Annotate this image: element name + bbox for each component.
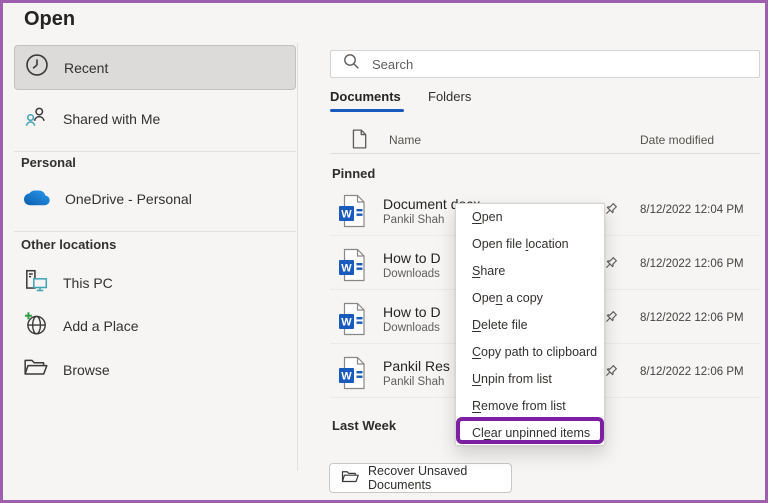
recover-unsaved-documents-button[interactable]: Recover Unsaved Documents [329, 463, 512, 493]
file-subtitle: Pankil Shah [383, 376, 445, 388]
menu-label: Open file [472, 237, 526, 251]
file-date: 8/12/2022 12:06 PM [640, 258, 744, 270]
menu-label: Cl [472, 426, 484, 440]
this-pc-icon [23, 268, 49, 299]
file-subtitle: Downloads [383, 322, 440, 334]
sidebar-item-add-a-place[interactable]: Add a Place [14, 305, 296, 347]
sidebar-item-recent[interactable]: Recent [14, 45, 296, 90]
menu-label: O [472, 210, 482, 224]
word-file-icon: W [338, 194, 368, 234]
menu-label: elete file [481, 318, 528, 332]
menu-label: npin from list [481, 372, 552, 386]
file-name: How to D [383, 304, 441, 320]
menu-label: D [472, 318, 482, 332]
file-date: 8/12/2022 12:04 PM [640, 204, 744, 216]
svg-text:W: W [341, 263, 352, 275]
sidebar-item-label: Browse [63, 362, 110, 378]
search-bar[interactable] [330, 50, 760, 78]
sidebar-item-this-pc[interactable]: This PC [14, 262, 296, 304]
menu-label: n [495, 291, 503, 305]
word-file-icon: W [338, 248, 368, 288]
menu-label: ar unpinned items [490, 426, 591, 440]
shared-people-icon [23, 104, 49, 135]
menu-label: opy path to clipboard [481, 345, 598, 359]
page-title: Open [24, 8, 76, 30]
menu-item-share[interactable]: Share [456, 258, 604, 285]
group-label-last-week: Last Week [332, 418, 397, 433]
open-backstage-window: Open Recent Shared with Me Personal OneD… [0, 0, 768, 503]
globe-plus-icon [23, 311, 49, 342]
pane-divider [297, 43, 298, 471]
sidebar-item-label: This PC [63, 275, 113, 291]
menu-label: a copy [502, 291, 543, 305]
context-menu: Open Open file location Share Open a cop… [455, 203, 605, 446]
onedrive-icon [23, 187, 51, 212]
search-icon [343, 53, 360, 75]
menu-item-open-a-copy[interactable]: Open a copy [456, 285, 604, 312]
menu-item-clear-unpinned-items[interactable]: Clear unpinned items [456, 420, 604, 447]
sidebar-item-label: Add a Place [63, 318, 139, 334]
pin-icon[interactable] [603, 364, 618, 384]
menu-item-open[interactable]: Open [456, 204, 604, 231]
column-header-date-modified[interactable]: Date modified [640, 133, 714, 147]
sidebar-divider [14, 231, 296, 232]
sidebar-item-browse[interactable]: Browse [14, 349, 296, 391]
word-file-icon: W [338, 356, 368, 396]
pin-icon[interactable] [603, 256, 618, 276]
sidebar-item-shared-with-me[interactable]: Shared with Me [14, 98, 296, 140]
browse-folder-icon [23, 355, 49, 386]
clock-icon [24, 52, 50, 83]
svg-text:W: W [341, 209, 352, 221]
pin-icon[interactable] [603, 310, 618, 330]
pin-icon[interactable] [603, 202, 618, 222]
menu-item-delete-file[interactable]: Delete file [456, 312, 604, 339]
header-divider [330, 153, 760, 154]
tab-active-underline [330, 109, 404, 112]
group-label-pinned: Pinned [332, 166, 376, 181]
svg-text:W: W [341, 371, 352, 383]
sidebar-item-label: Shared with Me [63, 111, 161, 127]
menu-label: pen [481, 210, 503, 224]
file-date: 8/12/2022 12:06 PM [640, 312, 744, 324]
menu-label: emove from list [481, 399, 566, 413]
menu-label: ocation [528, 237, 569, 251]
sidebar-section-other-locations: Other locations [21, 237, 117, 252]
file-name: Pankil Res [383, 358, 450, 374]
column-header-name[interactable]: Name [389, 133, 421, 147]
svg-text:W: W [341, 317, 352, 329]
sidebar-divider [14, 151, 296, 152]
menu-label: U [472, 372, 482, 386]
tab-folders[interactable]: Folders [428, 89, 471, 104]
menu-item-open-file-location[interactable]: Open file location [456, 231, 604, 258]
menu-label: e [483, 426, 491, 440]
file-subtitle: Downloads [383, 268, 440, 280]
file-name: How to D [383, 250, 441, 266]
sidebar-section-personal: Personal [21, 155, 76, 170]
file-date: 8/12/2022 12:06 PM [640, 366, 744, 378]
menu-label: C [472, 345, 482, 359]
sidebar-item-onedrive[interactable]: OneDrive - Personal [14, 178, 296, 220]
sidebar-item-label: Recent [64, 59, 109, 76]
search-input[interactable] [372, 56, 712, 72]
menu-label: R [472, 399, 482, 413]
menu-item-copy-path-to-clipboard[interactable]: Copy path to clipboard [456, 339, 604, 366]
menu-label: Ope [472, 291, 496, 305]
menu-label: hare [480, 264, 506, 278]
document-type-icon [350, 129, 368, 154]
word-file-icon: W [338, 302, 368, 342]
menu-item-remove-from-list[interactable]: Remove from list [456, 393, 604, 420]
open-folder-icon [341, 469, 359, 488]
sidebar-item-label: OneDrive - Personal [65, 191, 192, 207]
recover-button-label: Recover Unsaved Documents [368, 464, 468, 492]
menu-item-unpin-from-list[interactable]: Unpin from list [456, 366, 604, 393]
tab-documents[interactable]: Documents [330, 89, 401, 104]
file-subtitle: Pankil Shah [383, 214, 445, 226]
